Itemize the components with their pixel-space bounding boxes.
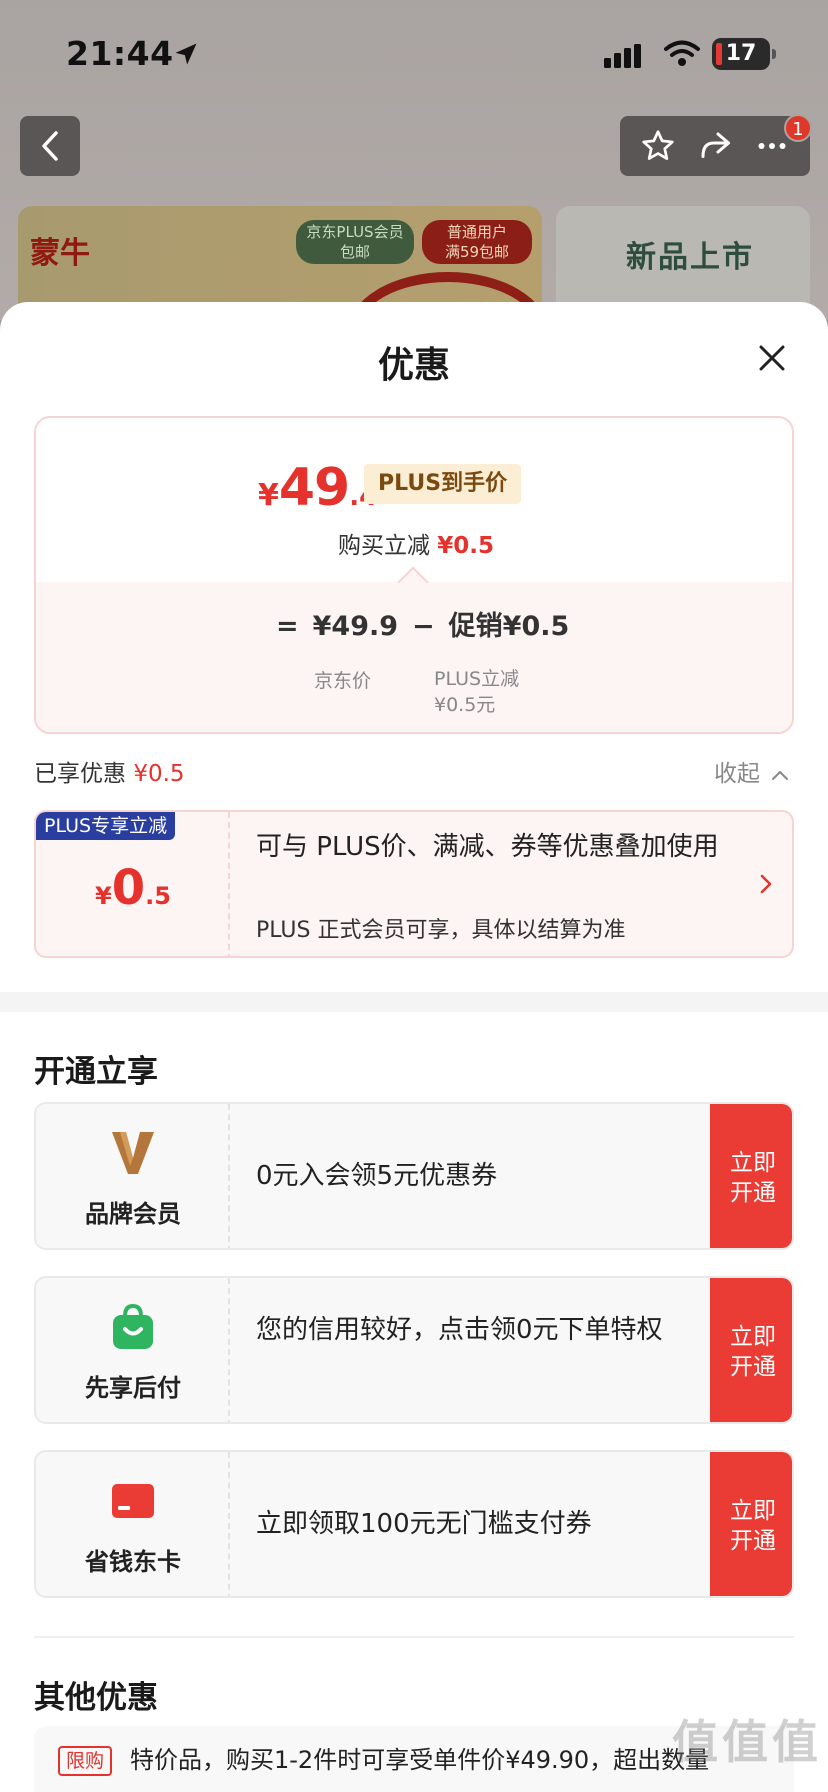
- other-section-title: 其他优惠: [34, 1680, 158, 1716]
- brand-member-v-icon: [112, 1132, 154, 1174]
- banner-normal-user-tag: 普通用户 满59包邮: [422, 220, 532, 264]
- service-card-save-card[interactable]: 省钱东卡 立即领取100元无门槛支付券 立即开通: [34, 1450, 794, 1598]
- price-calculation: = ¥49.9− 促销¥0.5 京东价 PLUS立减 ¥0.5元: [36, 582, 792, 732]
- sheet-title: 优惠: [377, 345, 450, 386]
- banner-new-arrival-text: 新品上市: [626, 240, 754, 275]
- shopping-bag-icon: [113, 1303, 153, 1349]
- battery-indicator: 17: [712, 38, 776, 70]
- service-card-brand-member[interactable]: 品牌会员 0元入会领5元优惠券 立即开通: [34, 1102, 794, 1250]
- star-icon: [642, 130, 674, 160]
- plus-offer-amount-block: PLUS专享立减 ¥0.5: [36, 812, 230, 956]
- plus-exclusive-tag: PLUS专享立减: [36, 812, 176, 840]
- plus-offer-amount: ¥0.5: [95, 860, 171, 916]
- open-section-title: 开通立享: [34, 1054, 158, 1090]
- service-description: 立即领取100元无门槛支付券: [256, 1509, 592, 1539]
- limited-purchase-tag: 限购: [58, 1746, 113, 1776]
- calc-formula: = ¥49.9− 促销¥0.5: [276, 611, 570, 642]
- background-page: 21:44 17 1 蒙牛 京东PLUS会员 包邮 普通用户 满59包邮 新品上…: [0, 0, 828, 320]
- promo-label: PLUS立减 ¥0.5元: [434, 668, 520, 716]
- favorite-button[interactable]: [636, 124, 680, 168]
- cellular-signal-icon: [604, 44, 641, 68]
- wifi-icon: [664, 40, 700, 66]
- section-divider: [0, 992, 828, 1012]
- plus-offer-row[interactable]: PLUS专享立减 ¥0.5 可与 PLUS价、满减、券等优惠叠加使用 PLUS …: [34, 810, 794, 958]
- final-price: ¥49.4: [258, 458, 377, 518]
- discount-sheet: 优惠 ¥49.4 PLUS到手价 购买立减 ¥0.5 =¥49.9−促销¥0.5…: [0, 302, 828, 1792]
- service-description: 0元入会领5元优惠券: [256, 1161, 498, 1191]
- battery-level: 17: [725, 41, 757, 66]
- section-separator: [34, 1636, 794, 1638]
- banner-plus-tag: 京东PLUS会员 包邮: [296, 220, 414, 264]
- share-button[interactable]: [693, 124, 737, 168]
- share-icon: [701, 132, 730, 158]
- notification-badge: 1: [784, 114, 812, 142]
- location-arrow-icon: [175, 43, 197, 65]
- close-icon[interactable]: [752, 338, 792, 378]
- plus-price-tag: PLUS到手价: [364, 464, 522, 504]
- activate-button[interactable]: 立即开通: [710, 1278, 792, 1422]
- final-price-section: ¥49.4 PLUS到手价 购买立减 ¥0.5: [36, 418, 792, 582]
- service-name: 省钱东卡: [85, 1548, 181, 1576]
- chevron-left-icon: [42, 131, 58, 161]
- status-time: 21:44: [66, 34, 174, 73]
- status-bar: 21:44 17: [0, 0, 828, 100]
- service-card-left: 先享后付: [36, 1278, 230, 1422]
- back-button[interactable]: [20, 116, 80, 176]
- chevron-right-icon: [760, 874, 772, 894]
- service-card-left: 品牌会员: [36, 1104, 230, 1248]
- activate-button[interactable]: 立即开通: [710, 1452, 792, 1596]
- nav-action-group: [620, 116, 810, 176]
- enjoyed-discount: 已享优惠 ¥0.5: [34, 761, 185, 787]
- service-name: 品牌会员: [85, 1200, 181, 1228]
- service-card-left: 省钱东卡: [36, 1452, 230, 1596]
- chevron-up-icon: [772, 770, 789, 780]
- banner-brand-logo: 蒙牛: [30, 236, 90, 271]
- plus-offer-description: 可与 PLUS价、满减、券等优惠叠加使用: [256, 832, 719, 862]
- service-card-pay-later[interactable]: 先享后付 您的信用较好，点击领0元下单特权 立即开通: [34, 1276, 794, 1424]
- instant-reduce-line: 购买立减 ¥0.5: [337, 533, 495, 559]
- collapse-toggle[interactable]: 收起: [714, 754, 789, 788]
- price-breakdown-card: ¥49.4 PLUS到手价 购买立减 ¥0.5 =¥49.9−促销¥0.5 京东…: [34, 416, 794, 734]
- service-description: 您的信用较好，点击领0元下单特权: [256, 1315, 663, 1345]
- service-name: 先享后付: [85, 1374, 181, 1402]
- activate-button[interactable]: 立即开通: [710, 1104, 792, 1248]
- credit-card-icon: [112, 1484, 154, 1518]
- plus-offer-note: PLUS 正式会员可享，具体以结算为准: [256, 918, 626, 943]
- base-price-label: 京东价: [314, 670, 372, 692]
- watermark-logo: 值值值: [672, 1715, 822, 1769]
